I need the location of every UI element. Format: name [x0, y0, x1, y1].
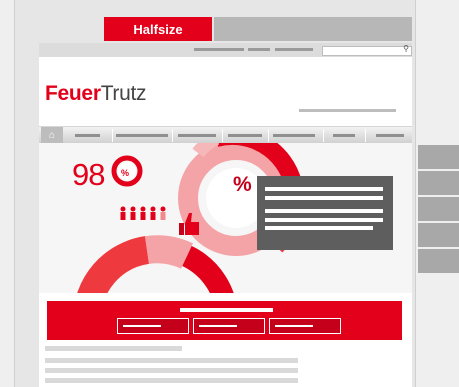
nav-item[interactable]	[75, 134, 100, 137]
content-placeholder	[45, 368, 298, 373]
nav-item[interactable]	[228, 134, 262, 137]
hero-infographic: 98 % %	[39, 143, 412, 293]
nav-item[interactable]	[178, 134, 216, 137]
teaser-button[interactable]	[269, 318, 341, 334]
utility-link[interactable]	[248, 48, 270, 51]
nav-item[interactable]	[273, 134, 315, 137]
tab-inactive[interactable]	[214, 17, 412, 41]
bottom-donut	[77, 235, 234, 293]
side-tab[interactable]	[418, 249, 459, 275]
teaser-button[interactable]	[117, 318, 189, 334]
large-percent-sign: %	[233, 173, 252, 196]
content-placeholder	[45, 378, 298, 383]
nav-item[interactable]	[116, 134, 168, 137]
main-navigation: ⌂	[39, 126, 412, 144]
content-placeholder	[45, 358, 298, 363]
header-placeholder	[299, 109, 396, 112]
red-teaser-bar	[47, 301, 402, 340]
big-percentage-number: 98	[72, 157, 105, 192]
utility-link[interactable]	[194, 48, 244, 51]
search-icon[interactable]: ⚲	[403, 44, 409, 53]
top-utility-bar: ⚲	[39, 43, 412, 57]
side-tab[interactable]	[418, 197, 459, 223]
side-tab[interactable]	[418, 171, 459, 197]
halfsize-ad-box[interactable]	[257, 176, 393, 250]
home-icon[interactable]: ⌂	[41, 127, 63, 144]
side-tab[interactable]	[418, 145, 459, 171]
people-icon	[120, 206, 166, 220]
search-input[interactable]: ⚲	[322, 44, 412, 56]
side-tab[interactable]	[418, 223, 459, 249]
small-percent-sign: %	[121, 168, 130, 178]
tab-halfsize[interactable]: Halfsize	[104, 17, 212, 41]
site-logo[interactable]: FeuerTrutz	[45, 82, 147, 106]
nav-item[interactable]	[376, 134, 404, 137]
website-preview: ⚲ FeuerTrutz ⌂ 98 % %	[39, 43, 412, 387]
content-placeholder	[45, 346, 182, 351]
nav-item[interactable]	[333, 134, 355, 137]
utility-link[interactable]	[275, 48, 313, 51]
teaser-button[interactable]	[193, 318, 265, 334]
